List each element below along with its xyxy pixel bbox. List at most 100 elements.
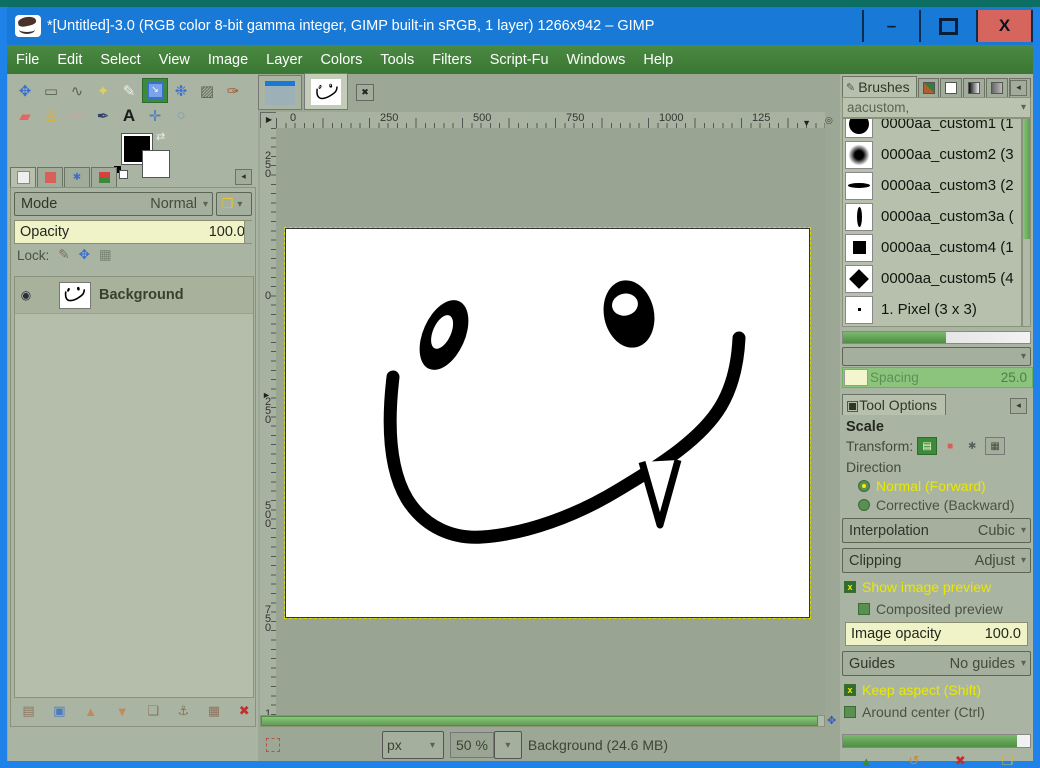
brush-item[interactable]: 0000aa_custom4 (1 <box>843 232 1021 263</box>
menu-windows[interactable]: Windows <box>558 52 635 68</box>
scroll-thumb[interactable] <box>1023 119 1030 239</box>
canvas-viewport[interactable] <box>276 128 825 715</box>
brush-item[interactable]: 1. Pixel (3 x 3) <box>843 294 1021 325</box>
quick-mask-toggle[interactable] <box>266 738 280 752</box>
brush-item[interactable]: 0000aa_custom1 (1 <box>843 118 1021 139</box>
menu-filters[interactable]: Filters <box>423 52 480 68</box>
gradient-tool-button[interactable]: ▨ <box>194 78 220 103</box>
clipping-dropdown[interactable]: Clipping Adjust ▾ <box>842 548 1031 573</box>
menu-tools[interactable]: Tools <box>371 52 423 68</box>
zoom-follow-icon[interactable]: ◎ <box>825 112 837 128</box>
layers-tab[interactable] <box>10 167 36 187</box>
menu-select[interactable]: Select <box>91 52 149 68</box>
transform-image-button[interactable]: ▦ <box>985 437 1005 455</box>
layer-row-background[interactable]: ◉ Background <box>15 277 253 314</box>
image-opacity-slider[interactable]: Image opacity 100.0 <box>845 622 1028 646</box>
color-picker-tool-button[interactable]: ✛ <box>142 103 168 128</box>
brush-item[interactable]: 0000aa_custom3 (2 <box>843 170 1021 201</box>
images-tab[interactable] <box>91 167 117 187</box>
menu-layer[interactable]: Layer <box>257 52 311 68</box>
paths-tab[interactable]: ✱ <box>64 167 90 187</box>
show-image-preview-checkbox[interactable]: x Show image preview <box>844 579 1031 595</box>
brush-item[interactable]: 0000aa_custom3a ( <box>843 201 1021 232</box>
airbrush-tool-button[interactable]: ✎ <box>116 78 142 103</box>
brushes-tab[interactable]: ✎ Brushes <box>842 76 917 97</box>
merge-layer-button[interactable]: ▦ <box>208 703 220 719</box>
transform-layer-button[interactable]: ▤ <box>917 437 937 455</box>
paintbrush-tool-button[interactable]: ✑ <box>220 78 246 103</box>
scale-tool-button[interactable]: ↘ <box>142 78 168 103</box>
channels-tab[interactable] <box>37 167 63 187</box>
brush-filter-input[interactable]: aacustom, ▾ <box>842 97 1031 118</box>
menu-colors[interactable]: Colors <box>311 52 371 68</box>
lock-pixels-icon[interactable]: ✎ <box>58 247 69 263</box>
handle-transform-tool-button[interactable]: ❉ <box>168 78 194 103</box>
direction-normal-option[interactable]: Normal (Forward) <box>858 478 1031 494</box>
menu-file[interactable]: File <box>7 52 48 68</box>
eraser-tool-button[interactable]: ▰ <box>12 103 38 128</box>
smudge-tool-button[interactable]: 〰 <box>64 103 90 128</box>
around-center-checkbox[interactable]: Around center (Ctrl) <box>844 704 1031 720</box>
zoom-tool-button[interactable]: ○ <box>168 103 194 128</box>
white-brush-tab[interactable] <box>940 78 962 97</box>
anchor-layer-button[interactable]: ⚓ <box>178 703 190 719</box>
opacity-slider[interactable]: Opacity 100.0 <box>14 220 252 244</box>
direction-corrective-option[interactable]: Corrective (Backward) <box>858 497 1031 513</box>
paths-tool-button[interactable]: ✒ <box>90 103 116 128</box>
maximize-button[interactable] <box>919 10 976 42</box>
tool-options-tab[interactable]: ▣ Tool Options <box>842 394 946 415</box>
image-tab-1[interactable] <box>258 75 302 110</box>
guides-dropdown[interactable]: Guides No guides ▾ <box>842 651 1031 676</box>
close-image-button[interactable]: ✖ <box>356 84 374 101</box>
image-tab-2-active[interactable] <box>304 73 348 110</box>
horizontal-scrollbar[interactable] <box>260 715 825 727</box>
new-group-button[interactable]: ▣ <box>53 703 65 719</box>
reset-options-button[interactable]: ❒ <box>1001 753 1013 768</box>
text-tool-button[interactable]: A <box>116 103 142 128</box>
opacity-spinner[interactable] <box>244 221 252 243</box>
unit-dropdown[interactable]: px ▾ <box>382 731 444 759</box>
h-scroll-thumb[interactable] <box>261 716 818 726</box>
composited-preview-checkbox[interactable]: Composited preview <box>858 601 1031 617</box>
move-tool-button[interactable]: ✥ <box>12 78 38 103</box>
zoom-value-box[interactable]: 50 % <box>450 732 494 758</box>
save-options-button[interactable]: ▲ <box>860 754 873 768</box>
delete-options-button[interactable]: ✖ <box>955 753 966 768</box>
lower-layer-button[interactable]: ▼ <box>116 704 129 719</box>
rectangle-select-tool-button[interactable]: ▭ <box>38 78 64 103</box>
brush-item[interactable]: 0000aa_custom5 (4 <box>843 263 1021 294</box>
menu-scriptfu[interactable]: Script-Fu <box>481 52 558 68</box>
menu-help[interactable]: Help <box>634 52 682 68</box>
image-canvas[interactable] <box>285 228 810 618</box>
navigation-button[interactable]: ✥ <box>827 715 839 727</box>
gradients-tab[interactable] <box>963 78 985 97</box>
palettes-tab[interactable] <box>986 78 1008 97</box>
layer-mode-dropdown[interactable]: Mode Normal ▾ <box>14 192 213 216</box>
new-layer-button[interactable]: ▤ <box>22 703 34 719</box>
dock-collapse-button[interactable]: ◂ <box>235 169 252 185</box>
brush-scale-bar[interactable] <box>842 331 1031 344</box>
horizontal-ruler[interactable]: 0 250 500 750 1000 125 ▼ <box>276 112 825 129</box>
zoom-dropdown[interactable]: ▾ <box>494 731 522 759</box>
layer-name[interactable]: Background <box>99 287 184 303</box>
lock-position-icon[interactable]: ✥ <box>79 247 90 263</box>
delete-layer-button[interactable]: ✖ <box>239 703 250 719</box>
spacing-edit-box[interactable] <box>844 369 868 386</box>
brush-folder-dropdown[interactable]: ▾ <box>842 347 1031 366</box>
vertical-ruler[interactable]: 250 0 250 500 750 1000 ► <box>260 128 277 715</box>
titlebar[interactable]: *[Untitled]-3.0 (RGB color 8-bit gamma i… <box>7 7 1033 45</box>
tool-options-collapse-button[interactable]: ◂ <box>1010 398 1027 414</box>
free-select-tool-button[interactable]: ∿ <box>64 78 90 103</box>
swap-colors-icon[interactable]: ⇄ <box>156 130 165 143</box>
minimize-button[interactable]: – <box>862 10 919 42</box>
menu-image[interactable]: Image <box>199 52 257 68</box>
clone-tool-button[interactable]: ♙ <box>38 103 64 128</box>
patterns-tab[interactable] <box>918 78 940 97</box>
lock-alpha-icon[interactable]: ▦ <box>99 247 112 263</box>
close-button[interactable]: X <box>976 10 1033 42</box>
restore-options-button[interactable]: ↺ <box>908 753 919 768</box>
brush-list-scrollbar[interactable] <box>1022 118 1031 327</box>
mode-switch-button[interactable]: ❒ ▾ <box>216 192 252 216</box>
menu-edit[interactable]: Edit <box>48 52 91 68</box>
menu-view[interactable]: View <box>150 52 199 68</box>
